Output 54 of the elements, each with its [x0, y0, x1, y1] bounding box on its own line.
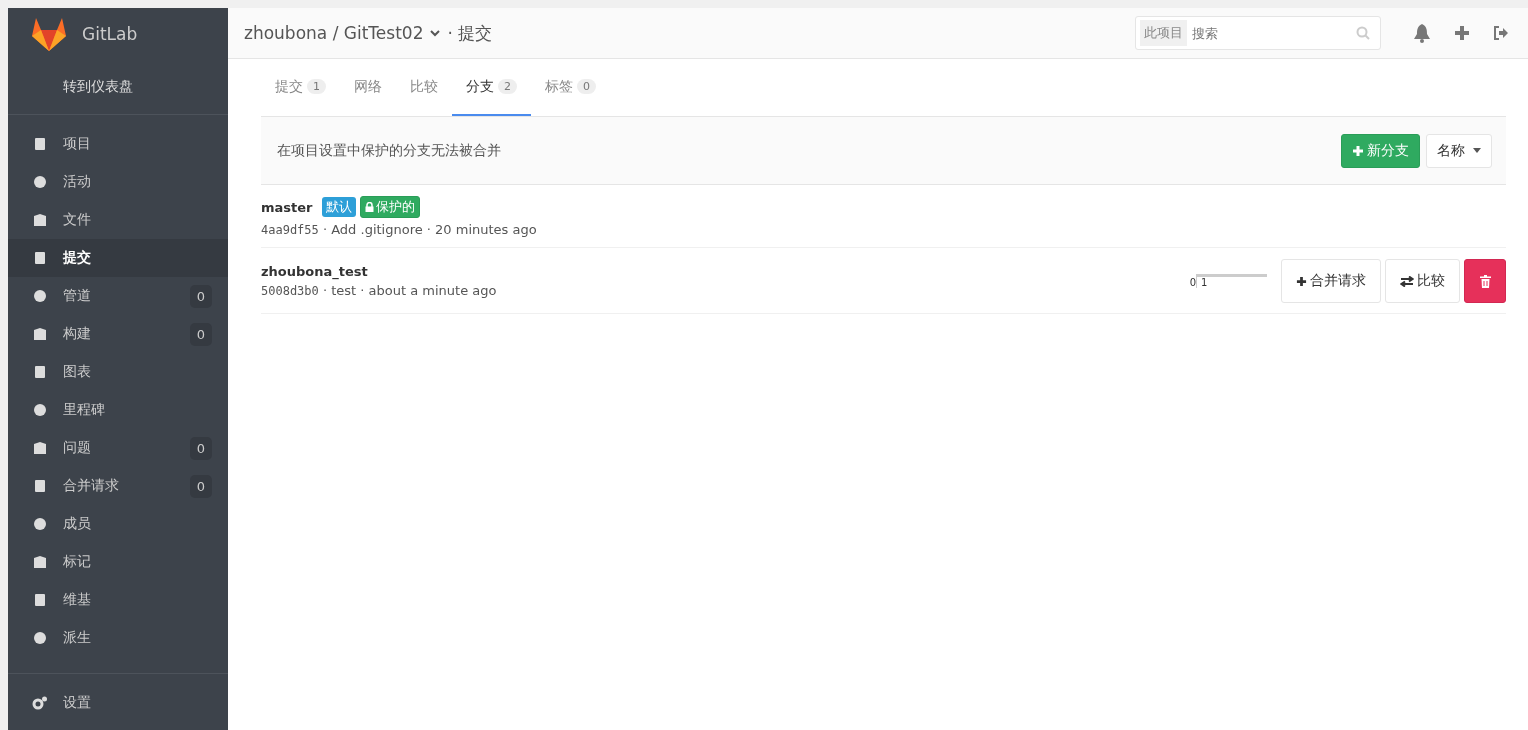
branch-label: 保护的: [359, 196, 420, 218]
sidebar-item[interactable]: 项目: [8, 125, 228, 163]
sidebar-item[interactable]: 问题 0: [8, 429, 228, 467]
ahead-count: 1: [1196, 277, 1208, 288]
sidebar-item[interactable]: 图表: [8, 353, 228, 391]
settings-icon: [32, 695, 48, 711]
sidebar-item[interactable]: 文件: [8, 201, 228, 239]
count-badge: 0: [189, 474, 212, 498]
trash-icon: [1479, 274, 1491, 288]
sidebar-item[interactable]: 维基: [8, 581, 228, 619]
tab[interactable]: 网络: [340, 59, 396, 116]
plus-icon: [1296, 275, 1307, 287]
commit-info: 5008d3b0 · test · about a minute ago: [261, 283, 497, 298]
project-breadcrumb[interactable]: zhoubona / GitTest02: [244, 23, 424, 43]
notice-text: 在项目设置中保护的分支无法被合并: [277, 141, 501, 160]
compare-button[interactable]: 比较: [1385, 259, 1460, 303]
settings-item[interactable]: 设置: [8, 684, 228, 722]
sidebar-item[interactable]: 里程碑: [8, 391, 228, 429]
tab[interactable]: 提交 1: [261, 59, 340, 116]
bell-icon[interactable]: [1413, 23, 1431, 43]
plus-icon: [1352, 144, 1364, 157]
fox-logo-icon: [30, 16, 68, 52]
branch-name[interactable]: master: [261, 199, 313, 215]
page-title: · 提交: [447, 21, 493, 45]
count-badge: 0: [189, 436, 212, 460]
branch-label: 默认: [321, 197, 356, 217]
branch-name[interactable]: zhoubona_test: [261, 264, 368, 279]
tab[interactable]: 标签 0: [531, 59, 610, 116]
behind-count: 0: [1188, 277, 1196, 288]
search-scope: 此项目: [1140, 20, 1187, 46]
sort-dropdown[interactable]: 名称: [1426, 133, 1492, 168]
sidebar-item[interactable]: 成员: [8, 505, 228, 543]
sidebar-item[interactable]: 构建 0: [8, 315, 228, 353]
caret-icon: [1473, 148, 1481, 153]
brand-name[interactable]: GitLab: [82, 24, 138, 44]
sign-out-icon[interactable]: [1493, 25, 1509, 41]
merge-request-button[interactable]: 合并请求: [1281, 259, 1381, 303]
count-badge: 0: [189, 322, 212, 346]
sidebar-item[interactable]: 活动: [8, 163, 228, 201]
sidebar-item[interactable]: 管道 0: [8, 277, 228, 315]
search-input[interactable]: 搜索: [1187, 24, 1356, 42]
lock-icon: [364, 202, 374, 212]
search-icon: [1356, 26, 1370, 40]
tab[interactable]: 比较: [396, 59, 452, 116]
chevron-down-icon[interactable]: [430, 29, 441, 37]
sidebar-item[interactable]: 合并请求 0: [8, 467, 228, 505]
sidebar-item[interactable]: 标记: [8, 543, 228, 581]
delete-button[interactable]: [1464, 259, 1506, 303]
plus-icon[interactable]: [1454, 25, 1470, 41]
sidebar-item[interactable]: 提交: [8, 239, 228, 277]
exchange-arrows-icon: [1400, 275, 1414, 287]
commit-info: 4aa9df55 · Add .gitignore · 20 minutes ago: [261, 222, 537, 237]
sidebar-item[interactable]: 派生: [8, 619, 228, 657]
count-badge: 0: [189, 284, 212, 308]
